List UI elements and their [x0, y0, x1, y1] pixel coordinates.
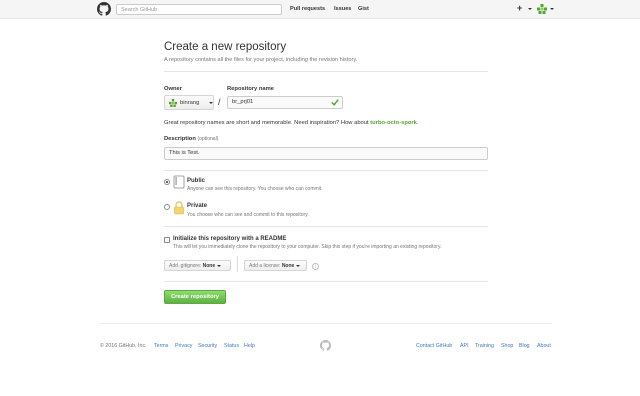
readme-note: This will let you immediately clone the … — [173, 244, 442, 250]
search-input[interactable]: Search GitHub — [116, 4, 282, 15]
user-avatar[interactable] — [537, 4, 547, 14]
info-icon[interactable]: i — [312, 263, 319, 270]
repo-public-icon — [173, 175, 185, 189]
create-new-menu[interactable]: + — [517, 3, 522, 13]
description-label: Description (optional) — [164, 136, 219, 142]
license-select[interactable]: Add a license: None — [244, 260, 307, 271]
divider — [237, 256, 238, 272]
lock-icon — [174, 201, 184, 215]
owner-repo-separator: / — [218, 97, 221, 107]
nav-pull-requests[interactable]: Pull requests — [290, 6, 325, 12]
create-repository-button[interactable]: Create repository — [164, 290, 226, 304]
check-icon — [331, 99, 339, 106]
divider — [164, 226, 488, 227]
nav-issues[interactable]: Issues — [334, 6, 351, 12]
github-logo-icon[interactable] — [97, 2, 111, 16]
public-title: Public — [187, 178, 206, 184]
chevron-down-icon — [550, 8, 554, 10]
readme-checkbox[interactable] — [164, 237, 170, 243]
footer-link-privacy[interactable]: Privacy — [175, 343, 192, 349]
nav-gist[interactable]: Gist — [358, 6, 369, 12]
github-logo-icon[interactable] — [320, 340, 331, 351]
footer-link-blog[interactable]: Blog — [519, 343, 530, 349]
footer-link-help[interactable]: Help — [244, 343, 255, 349]
chevron-down-icon — [296, 264, 301, 267]
public-note: Anyone can see this repository. You choo… — [187, 186, 323, 192]
owner-value: binrang — [180, 99, 200, 106]
repo-name-label: Repository name — [227, 86, 275, 92]
suggestion-link[interactable]: turbo-octo-spork — [370, 120, 417, 126]
footer-link-status[interactable]: Status — [224, 343, 239, 349]
copyright: © 2016 GitHub, Inc. — [100, 343, 147, 349]
chevron-down-icon — [209, 102, 213, 104]
divider — [164, 170, 488, 171]
repo-name-input[interactable]: br_prj01 — [227, 96, 343, 109]
description-input[interactable]: This is Test. — [164, 147, 488, 160]
owner-label: Owner — [164, 86, 183, 92]
private-radio[interactable] — [164, 204, 170, 210]
footer-link-contact[interactable]: Contact GitHub — [416, 343, 452, 349]
footer-link-security[interactable]: Security — [198, 343, 217, 349]
divider — [164, 71, 488, 72]
footer-link-api[interactable]: API — [460, 343, 469, 349]
page-title: Create a new repository — [164, 41, 287, 53]
gitignore-select[interactable]: Add .gitignore: None — [164, 260, 231, 271]
footer-link-about[interactable]: About — [537, 343, 551, 349]
divider — [164, 281, 488, 282]
private-title: Private — [187, 203, 208, 209]
owner-avatar-icon — [169, 99, 177, 107]
top-header: Search GitHub Pull requests Issues Gist … — [0, 0, 640, 19]
footer-link-shop[interactable]: Shop — [501, 343, 513, 349]
owner-select[interactable]: binrang — [164, 95, 214, 110]
chevron-down-icon — [217, 264, 222, 267]
page-subtitle: A repository contains all the files for … — [164, 57, 358, 63]
footer-link-terms[interactable]: Terms — [154, 343, 168, 349]
readme-label[interactable]: Initialize this repository with a README — [173, 236, 286, 242]
private-note: You choose who can see and commit to thi… — [187, 212, 309, 218]
chevron-down-icon — [528, 8, 532, 10]
footer-link-training[interactable]: Training — [475, 343, 494, 349]
footer-divider — [100, 323, 552, 324]
name-suggestion: Great repository names are short and mem… — [164, 120, 419, 126]
public-radio[interactable] — [164, 179, 170, 185]
